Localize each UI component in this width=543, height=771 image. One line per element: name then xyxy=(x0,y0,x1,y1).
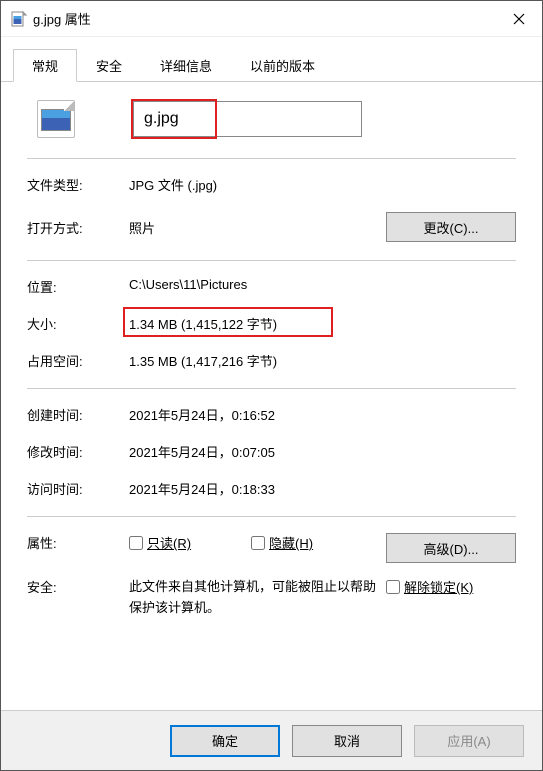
value-size: 1.34 MB (1,415,122 字节) xyxy=(129,314,516,333)
separator xyxy=(27,388,516,389)
cancel-button[interactable]: 取消 xyxy=(292,725,402,757)
tab-strip: 常规 安全 详细信息 以前的版本 xyxy=(1,37,542,82)
security-text: 此文件来自其他计算机，可能被阻止以帮助保护该计算机。 xyxy=(129,577,386,619)
value-opens-with: 照片 xyxy=(129,218,386,237)
checkbox-readonly-input[interactable] xyxy=(129,536,143,550)
window-title: g.jpg 属性 xyxy=(33,9,496,28)
dialog-footer: 确定 取消 应用(A) xyxy=(1,710,542,770)
separator xyxy=(27,260,516,261)
file-properties-icon xyxy=(11,11,27,27)
label-modified: 修改时间: xyxy=(27,442,129,461)
close-button[interactable] xyxy=(496,1,542,36)
label-accessed: 访问时间: xyxy=(27,479,129,498)
tab-content-general: 文件类型: JPG 文件 (.jpg) 打开方式: 照片 更改(C)... 位置… xyxy=(1,82,542,710)
value-file-type: JPG 文件 (.jpg) xyxy=(129,175,516,194)
label-file-type: 文件类型: xyxy=(27,175,129,194)
tab-previous-versions[interactable]: 以前的版本 xyxy=(231,49,334,81)
value-size-on-disk: 1.35 MB (1,417,216 字节) xyxy=(129,351,516,370)
change-button[interactable]: 更改(C)... xyxy=(386,212,516,242)
label-opens-with: 打开方式: xyxy=(27,218,129,237)
checkbox-unblock[interactable]: 解除锁定(K) xyxy=(386,577,516,596)
close-icon xyxy=(513,13,525,25)
label-location: 位置: xyxy=(27,277,129,296)
separator xyxy=(27,516,516,517)
ok-button[interactable]: 确定 xyxy=(170,725,280,757)
tab-details[interactable]: 详细信息 xyxy=(141,49,231,81)
apply-button[interactable]: 应用(A) xyxy=(414,725,524,757)
label-security: 安全: xyxy=(27,577,129,596)
checkbox-hidden[interactable]: 隐藏(H) xyxy=(251,533,313,552)
separator xyxy=(27,158,516,159)
filename-input[interactable] xyxy=(133,101,362,137)
tab-general[interactable]: 常规 xyxy=(13,49,77,82)
value-modified: 2021年5月24日，0:07:05 xyxy=(129,442,516,461)
file-type-icon xyxy=(37,100,75,138)
label-created: 创建时间: xyxy=(27,405,129,424)
titlebar: g.jpg 属性 xyxy=(1,1,542,37)
label-size: 大小: xyxy=(27,314,129,333)
label-attributes: 属性: xyxy=(27,533,129,552)
advanced-button[interactable]: 高级(D)... xyxy=(386,533,516,563)
value-location: C:\Users\11\Pictures xyxy=(129,277,516,292)
checkbox-readonly-label: 只读(R) xyxy=(147,533,191,552)
label-size-on-disk: 占用空间: xyxy=(27,351,129,370)
value-accessed: 2021年5月24日，0:18:33 xyxy=(129,479,516,498)
checkbox-hidden-input[interactable] xyxy=(251,536,265,550)
tab-security[interactable]: 安全 xyxy=(77,49,141,81)
checkbox-unblock-input[interactable] xyxy=(386,580,400,594)
checkbox-unblock-label: 解除锁定(K) xyxy=(404,577,473,596)
checkbox-readonly[interactable]: 只读(R) xyxy=(129,533,191,552)
checkbox-hidden-label: 隐藏(H) xyxy=(269,533,313,552)
value-created: 2021年5月24日，0:16:52 xyxy=(129,405,516,424)
